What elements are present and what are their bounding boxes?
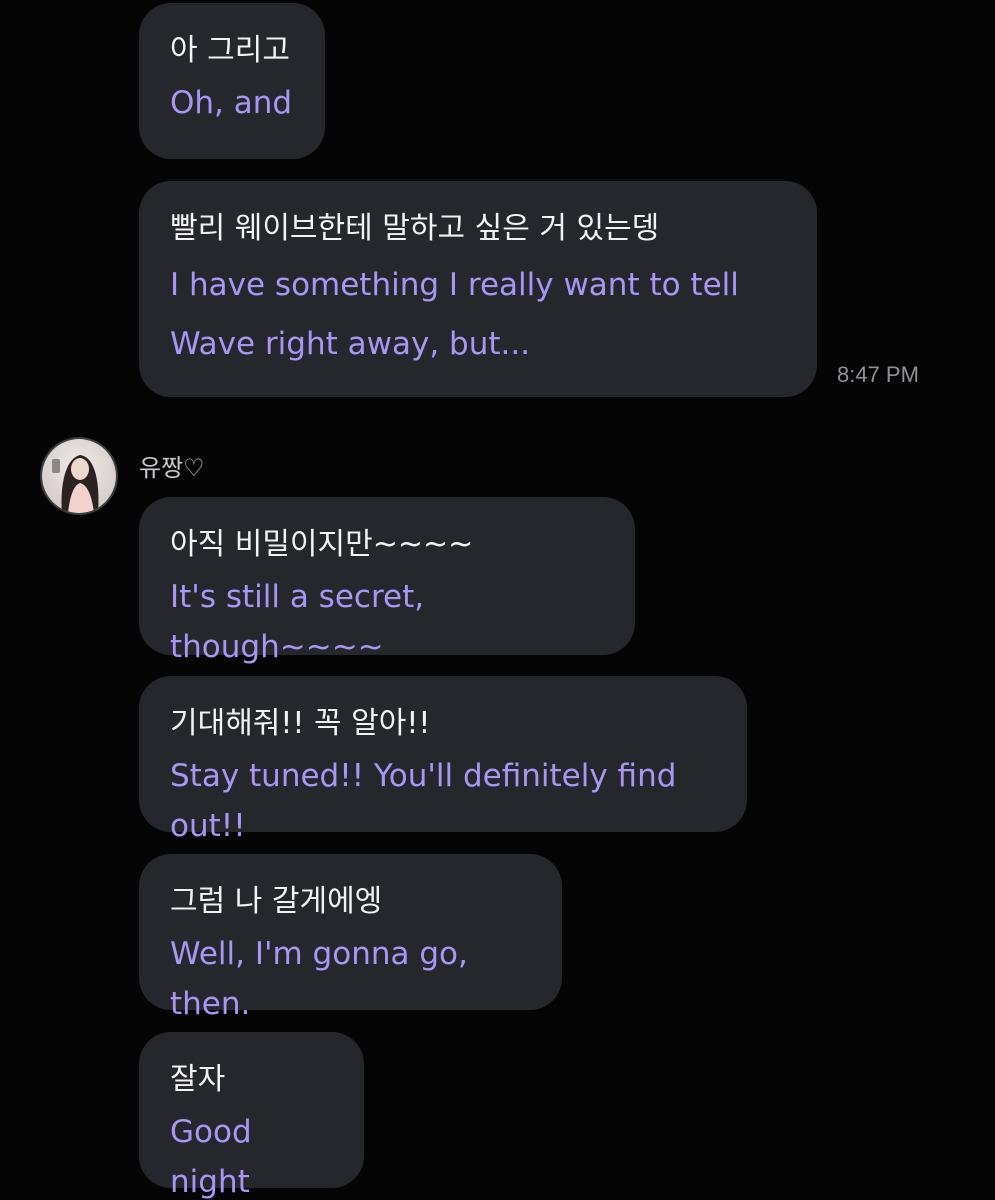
sender-name: 유짱♡: [139, 454, 205, 482]
message-original-text: 아직 비밀이지만~~~~: [170, 527, 474, 562]
message-bubble[interactable]: 기대해줘!! 꼭 알아!! Stay tuned!! You'll defini…: [139, 676, 747, 844]
message-original-text: 잘자: [170, 1062, 226, 1097]
message-translation-text: Stay tuned!! You'll definitely find out!…: [170, 758, 677, 844]
message-translation-text: It's still a secret, though~~~~: [170, 579, 425, 665]
message-original-text: 기대해줘!! 꼭 알아!!: [170, 706, 431, 741]
message-bubble[interactable]: 아 그리고 Oh, and: [139, 3, 325, 159]
message-bubble[interactable]: 아직 비밀이지만~~~~ It's still a secret, though…: [139, 497, 635, 665]
message-original-text: 아 그리고: [170, 33, 290, 68]
avatar-photo-icon: [42, 439, 116, 513]
message-translation-text: I have something I really want to tell W…: [170, 267, 739, 362]
message-translation-text: Oh, and: [170, 85, 293, 121]
sender-avatar[interactable]: [40, 437, 118, 515]
message-original-text: 빨리 웨이브한테 말하고 싶은 거 있는뎅: [170, 211, 660, 246]
message-bubble[interactable]: 잘자 Good night: [139, 1032, 364, 1200]
message-bubble[interactable]: 그럼 나 갈게에엥 Well, I'm gonna go, then.: [139, 854, 562, 1022]
message-original-text: 그럼 나 갈게에엥: [170, 884, 383, 919]
message-timestamp: 8:47 PM: [837, 362, 919, 387]
message-translation-text: Well, I'm gonna go, then.: [170, 936, 468, 1022]
message-bubble[interactable]: 빨리 웨이브한테 말하고 싶은 거 있는뎅 I have something I…: [139, 181, 817, 397]
message-translation-text: Good night: [170, 1114, 252, 1200]
